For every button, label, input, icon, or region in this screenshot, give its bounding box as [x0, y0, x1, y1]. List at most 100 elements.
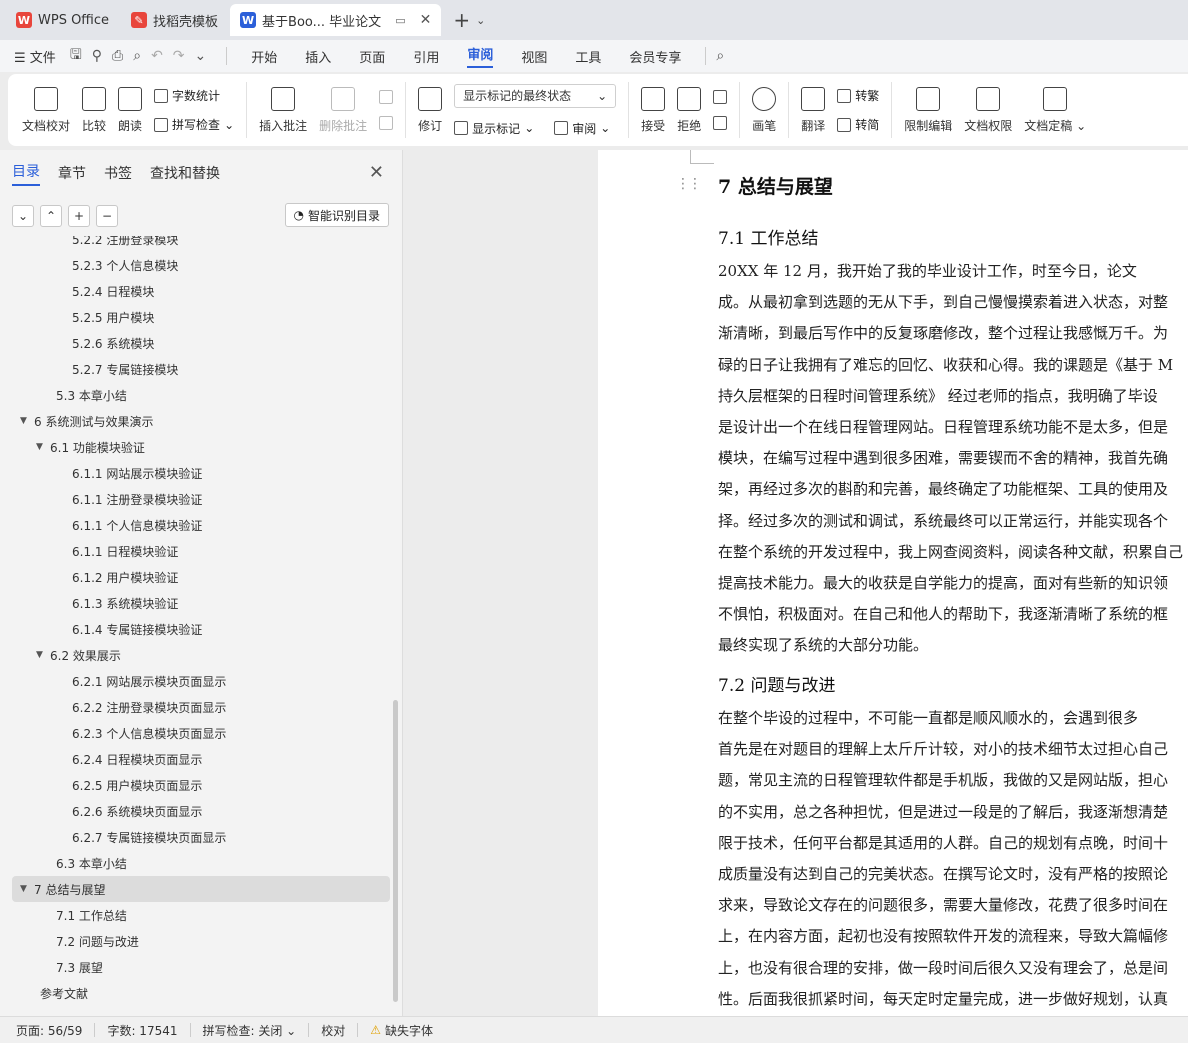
undo-icon[interactable]: ↶	[151, 48, 163, 64]
new-tab-button[interactable]: +	[453, 8, 470, 32]
next-comment-icon[interactable]	[379, 116, 394, 130]
link-icon[interactable]: ⚲	[92, 48, 102, 64]
toc-item[interactable]: 5.2.3 个人信息模块	[12, 252, 390, 278]
tab-view[interactable]: 视图	[521, 47, 547, 66]
restrict-edit-button[interactable]: 限制编辑	[898, 78, 958, 142]
more-chevron-icon[interactable]: ⌄	[195, 48, 207, 64]
toc-item[interactable]: 5.2.5 用户模块	[12, 304, 390, 330]
expand-triangle-icon[interactable]: ▼	[36, 442, 50, 452]
toc-item[interactable]: 6.1.1 个人信息模块验证	[12, 512, 390, 538]
to-traditional-button[interactable]: 转繁	[837, 87, 879, 104]
toc-item[interactable]: 6.2.2 注册登录模块页面显示	[12, 694, 390, 720]
toc-item[interactable]: 7.3 展望	[12, 954, 390, 980]
toc-item[interactable]: 6.1.2 用户模块验证	[12, 564, 390, 590]
toc-item[interactable]: ▼ 7 总结与展望	[12, 876, 390, 902]
nav-scrollbar[interactable]	[393, 700, 398, 1002]
expand-triangle-icon[interactable]: ▼	[20, 884, 34, 894]
toc-item[interactable]: ▼ 6.2 效果展示	[12, 642, 390, 668]
tab-member[interactable]: 会员专享	[629, 47, 681, 66]
prev-change-icon[interactable]	[713, 90, 728, 104]
toc-item[interactable]: 6.1.3 系统模块验证	[12, 590, 390, 616]
toc-item[interactable]: 6.2.6 系统模块页面显示	[12, 798, 390, 824]
show-markup-button[interactable]: 显示标记	[472, 120, 520, 137]
read-aloud-button[interactable]: 朗读	[112, 78, 148, 142]
print-preview-icon[interactable]: ⌕	[133, 48, 141, 64]
tab-review[interactable]: 审阅	[467, 44, 494, 68]
translate-button[interactable]: 翻译	[795, 78, 831, 142]
save-icon[interactable]: 🖫	[70, 44, 82, 68]
toc-item[interactable]: 6.1.1 网站展示模块验证	[12, 460, 390, 486]
toc-item[interactable]: 6.1.1 注册登录模块验证	[12, 486, 390, 512]
proof-status[interactable]: 校对	[321, 1022, 345, 1039]
page-indicator[interactable]: 页面: 56/59	[16, 1022, 82, 1039]
toc-item[interactable]: 7.1 工作总结	[12, 902, 390, 928]
toc-item[interactable]: 5.2.4 日程模块	[12, 278, 390, 304]
proofread-button[interactable]: 文档校对	[16, 78, 76, 142]
close-pane-icon[interactable]: ✕	[369, 162, 384, 183]
insert-comment-button[interactable]: 插入批注	[253, 78, 313, 142]
nav-tab-find-replace[interactable]: 查找和替换	[150, 163, 220, 183]
document-page[interactable]: ⋮⋮ 7 总结与展望 7.1 工作总结 20XX 年 12 月，我开始了我的毕业…	[598, 150, 1188, 1016]
add-heading-button[interactable]: +	[68, 205, 90, 227]
spell-check-button[interactable]: 拼写检查 ⌄	[154, 116, 234, 133]
window-icon[interactable]: ▭	[395, 14, 405, 27]
search-icon[interactable]: ⌕	[716, 48, 724, 64]
to-simplified-button[interactable]: 转简	[837, 116, 879, 133]
tab-template[interactable]: ✎ 找稻壳模板	[121, 4, 228, 36]
toc-item[interactable]: ▼ 6.1 功能模块验证	[12, 434, 390, 460]
drag-handle-icon[interactable]: ⋮⋮	[676, 176, 702, 192]
compare-button[interactable]: 比较	[76, 78, 112, 142]
word-count-indicator[interactable]: 字数: 17541	[107, 1022, 177, 1039]
word-count-button[interactable]: 字数统计	[154, 87, 234, 104]
toc-item[interactable]: 6.3 本章小结	[12, 850, 390, 876]
nav-tab-bookmarks[interactable]: 书签	[104, 163, 132, 183]
missing-font-status[interactable]: 缺失字体	[385, 1022, 433, 1039]
toc-item[interactable]: 6.2.4 日程模块页面显示	[12, 746, 390, 772]
pen-button[interactable]: 画笔	[746, 78, 782, 142]
toc-item[interactable]: 7.2 问题与改进	[12, 928, 390, 954]
reject-button[interactable]: 拒绝	[671, 78, 707, 142]
doc-permission-button[interactable]: 文档权限	[958, 78, 1018, 142]
accept-button[interactable]: 接受	[635, 78, 671, 142]
nav-tab-toc[interactable]: 目录	[12, 161, 40, 186]
expand-triangle-icon[interactable]: ▼	[20, 416, 34, 426]
spell-check-status[interactable]: 拼写检查: 关闭 ⌄	[203, 1022, 297, 1039]
markup-state-select[interactable]: 显示标记的最终状态 ⌄	[454, 83, 617, 108]
tab-references[interactable]: 引用	[413, 47, 439, 66]
toc-item[interactable]: 6.2.7 专属链接模块页面显示	[12, 824, 390, 850]
toc-item[interactable]: 6.2.3 个人信息模块页面显示	[12, 720, 390, 746]
tab-document[interactable]: W 基于Boo... 毕业论文 ▭ ✕	[230, 4, 442, 36]
toc-item[interactable]: 5.2.2 注册登录模块	[12, 236, 390, 252]
tab-wps-office[interactable]: W WPS Office	[6, 4, 119, 36]
print-icon[interactable]: ⎙	[112, 48, 123, 64]
tab-page[interactable]: 页面	[359, 47, 385, 66]
review-pane-button[interactable]: 审阅	[572, 120, 596, 137]
toc-item[interactable]: 6.2.5 用户模块页面显示	[12, 772, 390, 798]
redo-icon[interactable]: ↷	[173, 48, 185, 64]
nav-tab-sections[interactable]: 章节	[58, 163, 86, 183]
tab-tools[interactable]: 工具	[575, 47, 601, 66]
revise-button[interactable]: 修订	[412, 78, 448, 142]
prev-comment-icon[interactable]	[379, 90, 394, 104]
expand-up-button[interactable]: ⌃	[40, 205, 62, 227]
tab-insert[interactable]: 插入	[305, 47, 331, 66]
toc-item[interactable]: 5.2.7 专属链接模块	[12, 356, 390, 382]
tab-home[interactable]: 开始	[251, 47, 277, 66]
doc-finalize-button[interactable]: 文档定稿 ⌄	[1018, 78, 1092, 142]
collapse-down-button[interactable]: ⌄	[12, 205, 34, 227]
chevron-down-icon[interactable]: ⌄	[476, 14, 485, 27]
delete-comment-button[interactable]: 删除批注	[313, 78, 373, 142]
toc-item[interactable]: 5.2.6 系统模块	[12, 330, 390, 356]
toc-item[interactable]: ▼ 6 系统测试与效果演示	[12, 408, 390, 434]
toc-item[interactable]: 5.3 本章小结	[12, 382, 390, 408]
expand-triangle-icon[interactable]: ▼	[36, 650, 50, 660]
toc-item[interactable]: 6.2.1 网站展示模块页面显示	[12, 668, 390, 694]
smart-toc-button[interactable]: ◔ 智能识别目录	[284, 203, 389, 227]
toc-item[interactable]: 6.1.4 专属链接模块验证	[12, 616, 390, 642]
toc-item[interactable]: 6.1.1 日程模块验证	[12, 538, 390, 564]
file-menu[interactable]: ☰ 文件	[14, 47, 56, 66]
close-tab-icon[interactable]: ✕	[420, 12, 432, 28]
remove-heading-button[interactable]: −	[96, 205, 118, 227]
next-change-icon[interactable]	[713, 116, 728, 130]
toc-item[interactable]: 参考文献	[12, 980, 390, 1002]
